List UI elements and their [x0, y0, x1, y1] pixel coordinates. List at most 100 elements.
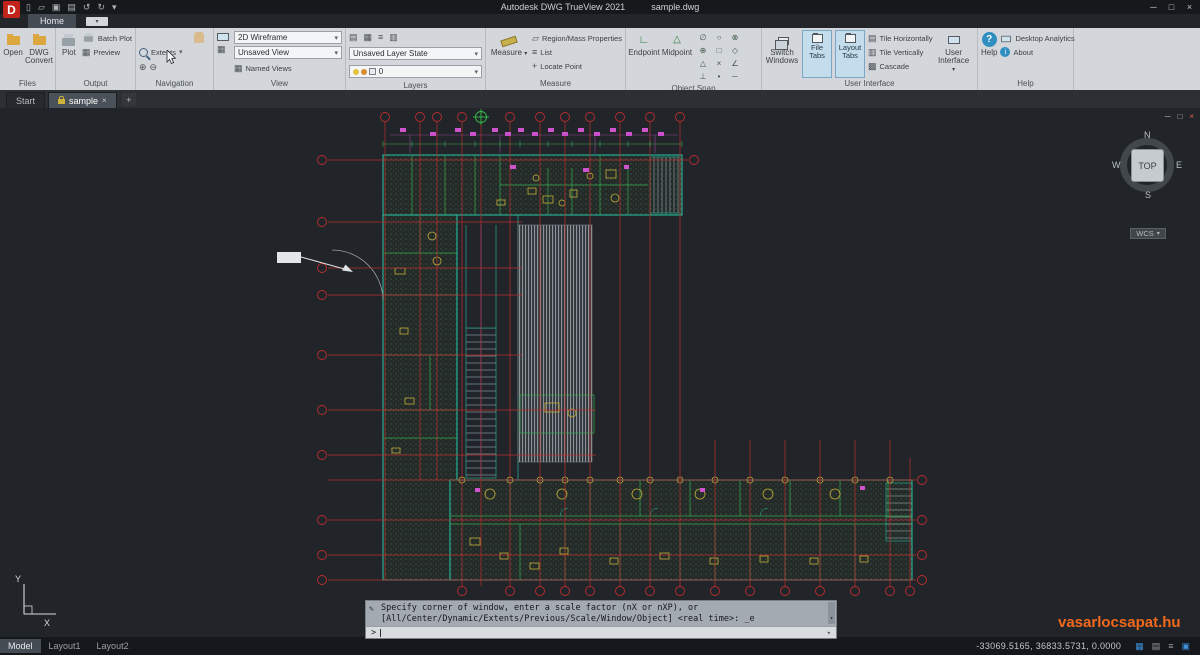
tile-horizontally-button[interactable]: ▤Tile Horizontally: [868, 31, 933, 45]
tab-layout1[interactable]: Layout1: [41, 639, 89, 653]
layer-tools-row: ▤ ▦ ≡ ▥: [349, 30, 482, 44]
viewcube-north[interactable]: N: [1144, 130, 1151, 140]
endpoint-button[interactable]: ∟ Endpoint: [629, 30, 659, 83]
layout-tabs-toggle[interactable]: Layout Tabs: [835, 30, 865, 78]
snap-none-icon[interactable]: ∅: [695, 31, 711, 44]
plot-button[interactable]: Plot: [59, 30, 79, 78]
open-button[interactable]: Open: [3, 30, 23, 78]
viewcube[interactable]: N W E S TOP: [1116, 134, 1180, 198]
interface-options-icon[interactable]: ≡: [1168, 641, 1173, 652]
watermark: vasarlocsapat.hu: [1058, 614, 1181, 631]
desktop-analytics-button[interactable]: Desktop Analytics: [1000, 31, 1074, 45]
snap-nearest-icon[interactable]: •: [711, 70, 727, 83]
dwg-convert-button[interactable]: DWG Convert: [26, 30, 52, 78]
drawing-close-button[interactable]: ×: [1189, 112, 1194, 121]
tab-layout2[interactable]: Layout2: [89, 639, 137, 653]
about-button[interactable]: iAbout: [1000, 45, 1074, 59]
snap-intersection-icon[interactable]: ×: [711, 57, 727, 70]
tile-vertically-button[interactable]: ▥Tile Vertically: [868, 45, 933, 59]
layer-properties-icon[interactable]: ▤: [349, 32, 358, 43]
command-history-line: [All/Center/Dynamic/Extents/Previous/Sca…: [381, 614, 824, 625]
open-folder-icon: [7, 36, 20, 45]
viewcube-top-face[interactable]: TOP: [1131, 149, 1164, 182]
tab-close-icon[interactable]: ×: [102, 96, 107, 105]
layer-state-combo[interactable]: Unsaved Layer State▾: [349, 47, 482, 60]
layer-freeze-icon[interactable]: ▦: [364, 32, 373, 43]
ribbon-panel-object-snap: ∟ Endpoint △ Midpoint ∅ ○ ⊗ ⊕ □ ◇ △ × ∠: [626, 28, 762, 90]
view-state-combo[interactable]: Unsaved View▾: [234, 46, 342, 59]
viewcube-south[interactable]: S: [1145, 190, 1151, 200]
drawing-minimize-button[interactable]: ─: [1165, 112, 1171, 121]
named-views-button[interactable]: ▦Named Views: [234, 61, 342, 75]
snap-quadrant-icon[interactable]: ⊕: [695, 44, 711, 57]
current-layer-combo[interactable]: 0 ▾: [349, 65, 482, 78]
svg-text:X: X: [44, 618, 50, 628]
measure-button[interactable]: Measure ▾: [489, 30, 529, 78]
midpoint-button[interactable]: △ Midpoint: [662, 30, 692, 83]
tab-sample[interactable]: sample ×: [48, 92, 117, 108]
cascade-button[interactable]: ▩Cascade: [868, 59, 933, 73]
ribbon-collapse-box[interactable]: ▾: [86, 17, 108, 26]
snap-node-icon[interactable]: ⊗: [727, 31, 743, 44]
command-input[interactable]: > ▾: [366, 626, 836, 638]
layout-tabs-icon: [845, 34, 856, 43]
status-icons: ▦ ▤ ≡ ▣: [1135, 641, 1190, 652]
snap-insertion-icon[interactable]: □: [711, 44, 727, 57]
coordinates-display: -33069.5165, 36833.5731, 0.0000: [976, 641, 1121, 651]
zoom-in-icon[interactable]: ⊕: [139, 62, 147, 73]
osnap-grid: ∅ ○ ⊗ ⊕ □ ◇ △ × ∠ ⊥ • ─: [695, 31, 758, 83]
info-icon: i: [1000, 47, 1010, 57]
snap-extension-icon[interactable]: △: [695, 57, 711, 70]
view-manager-icon[interactable]: ▦: [217, 44, 231, 55]
app-logo-icon[interactable]: D: [3, 1, 20, 18]
viewcube-east[interactable]: E: [1176, 160, 1182, 170]
endpoint-icon: ∟: [639, 36, 650, 44]
layer-match-icon[interactable]: ▥: [389, 32, 398, 43]
fullscreen-icon[interactable]: ▣: [1181, 641, 1190, 652]
snap-geometric-icon[interactable]: ◇: [727, 44, 743, 57]
locate-point-button[interactable]: +Locate Point: [532, 59, 622, 73]
zoom-out-icon[interactable]: ⊖: [150, 62, 158, 73]
snap-parallel-icon[interactable]: ─: [727, 70, 743, 83]
new-tab-button[interactable]: +: [122, 93, 136, 106]
visual-style-icon[interactable]: [217, 33, 229, 41]
ribbon-panel-files: Open DWG Convert Files: [0, 28, 56, 90]
snap-perpendicular-icon[interactable]: ⊥: [695, 70, 711, 83]
list-icon: ≡: [532, 47, 537, 57]
tab-home[interactable]: Home: [28, 14, 76, 28]
minimize-button[interactable]: ─: [1146, 2, 1161, 12]
drawing-viewport[interactable]: Y X ─ □ × N W E S TOP WCS▾ ✎ Specify cor…: [0, 108, 1200, 637]
recent-commands-icon[interactable]: ▾: [827, 629, 831, 637]
region-mass-properties-button[interactable]: ▱Region/Mass Properties: [532, 31, 622, 45]
tab-model[interactable]: Model: [0, 639, 41, 653]
list-button[interactable]: ≡List: [532, 45, 622, 59]
command-history: ✎ Specify corner of window, enter a scal…: [366, 601, 836, 626]
file-tabs-toggle[interactable]: File Tabs: [802, 30, 832, 78]
file-tabs-icon: [812, 34, 823, 43]
annotation-scale-icon[interactable]: ▤: [1152, 641, 1161, 652]
named-views-icon: ▦: [234, 63, 243, 74]
maximize-button[interactable]: □: [1164, 2, 1179, 12]
snap-apparent-icon[interactable]: ∠: [727, 57, 743, 70]
switch-windows-button[interactable]: Switch Windows: [765, 30, 799, 78]
close-button[interactable]: ×: [1182, 2, 1197, 12]
ribbon-panel-view: ▦ 2D Wireframe▾ Unsaved View▾ ▦Named Vie…: [214, 28, 346, 90]
tab-start[interactable]: Start: [6, 92, 45, 108]
ribbon-panel-user-interface: Switch Windows File Tabs Layout Tabs ▤Ti…: [762, 28, 978, 90]
customize-icon[interactable]: ✎: [369, 604, 374, 615]
help-button[interactable]: ? Help: [981, 30, 997, 78]
wcs-selector[interactable]: WCS▾: [1130, 228, 1166, 239]
command-scrollbar[interactable]: ▾: [828, 602, 835, 624]
snap-center-icon[interactable]: ○: [711, 31, 727, 44]
visual-style-combo[interactable]: 2D Wireframe▾: [234, 31, 342, 44]
viewcube-west[interactable]: W: [1112, 160, 1121, 170]
user-interface-button[interactable]: User Interface ▾: [936, 30, 972, 78]
layer-list-icon[interactable]: ≡: [378, 32, 383, 42]
pan-button[interactable]: [139, 30, 210, 44]
batch-plot-button[interactable]: Batch Plot: [82, 31, 132, 45]
status-bar: Model Layout1 Layout2 -33069.5165, 36833…: [0, 637, 1200, 655]
printer-icon: [62, 38, 75, 46]
drawing-restore-button[interactable]: □: [1177, 112, 1182, 121]
preview-button[interactable]: ▦Preview: [82, 45, 132, 59]
model-space-icon[interactable]: ▦: [1135, 641, 1144, 652]
